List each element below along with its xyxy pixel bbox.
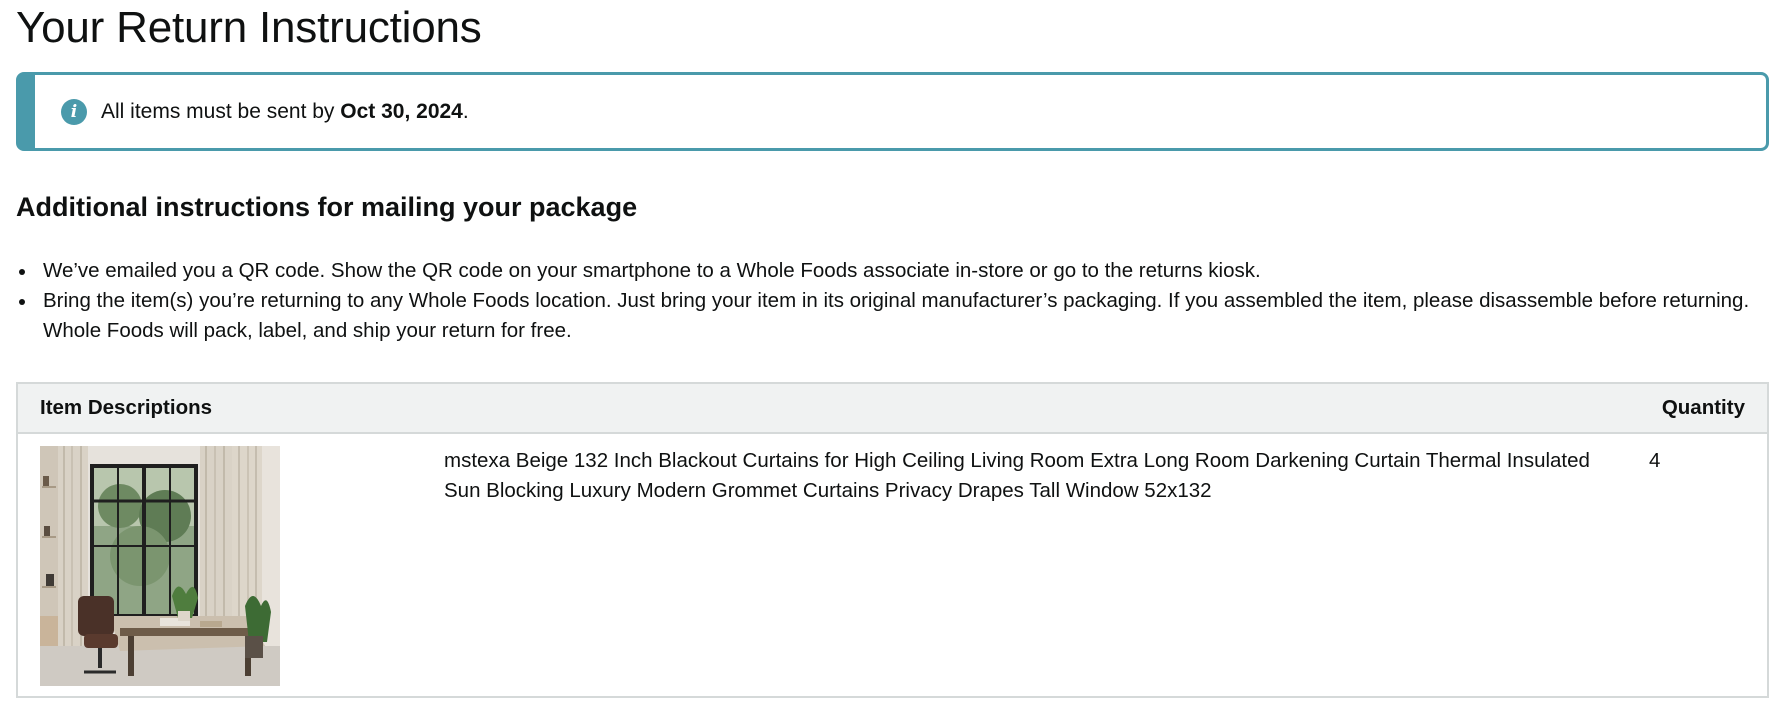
table-row: mstexa Beige 132 Inch Blackout Curtains … — [17, 433, 1768, 697]
info-icon: i — [61, 98, 87, 125]
items-table: Item Descriptions Quantity mstexa Beige … — [16, 382, 1769, 698]
return-instructions-page: Your Return Instructions i All items mus… — [16, 0, 1782, 698]
instruction-item: We’ve emailed you a QR code. Show the QR… — [19, 256, 1788, 286]
item-descriptions-header: Item Descriptions — [17, 383, 1627, 434]
page-title: Your Return Instructions — [16, 3, 482, 52]
item-quantity: 4 — [1649, 449, 1661, 472]
mailing-instructions-heading: Additional instructions for mailing your… — [16, 192, 638, 222]
quantity-header: Quantity — [1627, 383, 1768, 434]
product-image[interactable] — [40, 446, 280, 686]
table-header-row: Item Descriptions Quantity — [17, 383, 1768, 434]
instruction-item: Bring the item(s) you’re returning to an… — [19, 286, 1788, 346]
alert-text-prefix: All items must be sent by — [101, 99, 341, 123]
deadline-alert: i All items must be sent by Oct 30, 2024… — [16, 72, 1769, 151]
item-description-cell: mstexa Beige 132 Inch Blackout Curtains … — [422, 433, 1627, 697]
item-image-cell — [17, 433, 422, 697]
item-description: mstexa Beige 132 Inch Blackout Curtains … — [444, 449, 1590, 502]
alert-text: All items must be sent by Oct 30, 2024. — [101, 98, 469, 126]
deadline-date: Oct 30, 2024 — [340, 99, 463, 123]
instructions-list: We’ve emailed you a QR code. Show the QR… — [16, 256, 1788, 346]
item-quantity-cell: 4 — [1627, 433, 1768, 697]
alert-text-suffix: . — [462, 99, 469, 123]
